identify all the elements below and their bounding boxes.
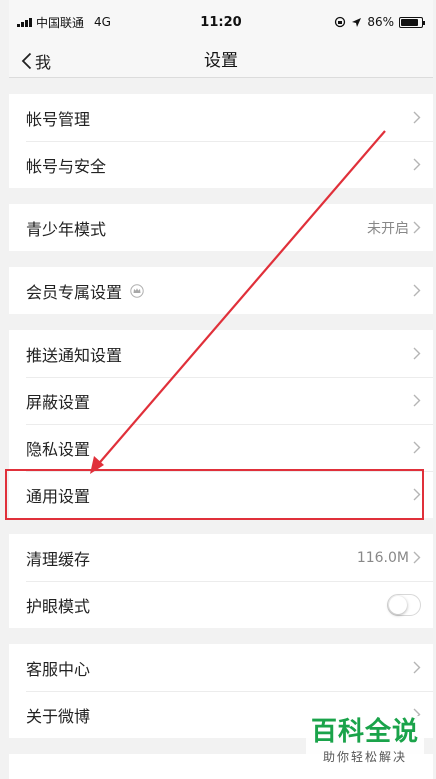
storage-group: 清理缓存 116.0M 护眼模式 xyxy=(9,534,433,628)
toggle-knob xyxy=(389,595,407,614)
chevron-right-icon xyxy=(413,111,421,124)
crown-icon xyxy=(130,283,144,298)
clear-cache-row[interactable]: 清理缓存 116.0M xyxy=(9,534,433,581)
row-label: 青少年模式 xyxy=(26,219,107,239)
chevron-right-icon xyxy=(413,158,421,171)
row-label: 护眼模式 xyxy=(26,596,91,616)
youth-group: 青少年模式 未开启 xyxy=(9,204,433,251)
network-label: 4G xyxy=(94,15,111,29)
customer-service-row[interactable]: 客服中心 xyxy=(9,644,433,691)
general-group: 推送通知设置 屏蔽设置 隐私设置 通用设置 xyxy=(9,330,433,518)
row-label: 隐私设置 xyxy=(26,439,91,459)
account-security-row[interactable]: 帐号与安全 xyxy=(9,141,433,188)
location-icon xyxy=(352,17,362,27)
row-label: 通用设置 xyxy=(26,486,91,506)
row-label: 推送通知设置 xyxy=(26,345,123,365)
youth-mode-status: 未开启 xyxy=(367,220,409,237)
signal-icon xyxy=(17,17,32,27)
chevron-right-icon xyxy=(413,221,421,234)
account-group: 帐号管理 帐号与安全 xyxy=(9,94,433,188)
row-label: 清理缓存 xyxy=(26,549,91,569)
general-settings-row[interactable]: 通用设置 xyxy=(9,471,433,518)
vip-settings-row[interactable]: 会员专属设置 xyxy=(9,267,433,314)
account-manage-row[interactable]: 帐号管理 xyxy=(9,94,433,141)
status-right: 86% xyxy=(334,15,425,29)
chevron-right-icon xyxy=(413,488,421,501)
nav-bar: 设置 我 xyxy=(9,44,433,78)
battery-percent: 86% xyxy=(367,15,394,29)
watermark-subtitle: 助你轻松解决 xyxy=(322,750,407,764)
status-time: 11:20 xyxy=(200,14,242,30)
row-label: 会员专属设置 xyxy=(26,282,123,302)
chevron-right-icon xyxy=(413,394,421,407)
row-label: 帐号管理 xyxy=(26,109,91,129)
row-label: 屏蔽设置 xyxy=(26,392,91,412)
back-button[interactable]: 我 xyxy=(21,44,51,78)
row-label: 客服中心 xyxy=(26,659,91,679)
cache-size: 116.0M xyxy=(356,549,409,566)
page-title: 设置 xyxy=(204,51,238,71)
push-settings-row[interactable]: 推送通知设置 xyxy=(9,330,433,377)
chevron-right-icon xyxy=(413,441,421,454)
battery-icon xyxy=(399,16,425,28)
row-label: 帐号与安全 xyxy=(26,156,107,176)
watermark-title: 百科全说 xyxy=(310,717,419,747)
eye-mode-toggle[interactable] xyxy=(387,593,421,616)
carrier-label: 中国联通 xyxy=(36,15,85,30)
chevron-right-icon xyxy=(413,551,421,564)
row-label-wrap: 会员专属设置 xyxy=(26,279,413,303)
status-left: 中国联通 4G xyxy=(17,14,111,31)
vip-group: 会员专属设置 xyxy=(9,267,433,314)
settings-list: 帐号管理 帐号与安全 青少年模式 未开启 会员专属设置 推送通知设置 屏蔽设置 … xyxy=(9,78,433,779)
chevron-right-icon xyxy=(413,347,421,360)
status-bar: 中国联通 4G 11:20 86% xyxy=(9,0,433,44)
privacy-settings-row[interactable]: 隐私设置 xyxy=(9,424,433,471)
back-label: 我 xyxy=(35,53,52,72)
lock-rotation-icon xyxy=(335,16,346,28)
eye-mode-row: 护眼模式 xyxy=(9,581,433,628)
chevron-right-icon xyxy=(413,284,421,297)
block-settings-row[interactable]: 屏蔽设置 xyxy=(9,377,433,424)
watermark: 百科全说 助你轻松解决 xyxy=(306,716,424,772)
chevron-left-icon xyxy=(21,52,32,70)
phone-screen: 中国联通 4G 11:20 86% 设置 我 帐号管理 帐号与安全 青少年模式 … xyxy=(9,0,433,779)
chevron-right-icon xyxy=(413,661,421,674)
youth-mode-row[interactable]: 青少年模式 未开启 xyxy=(9,204,433,251)
